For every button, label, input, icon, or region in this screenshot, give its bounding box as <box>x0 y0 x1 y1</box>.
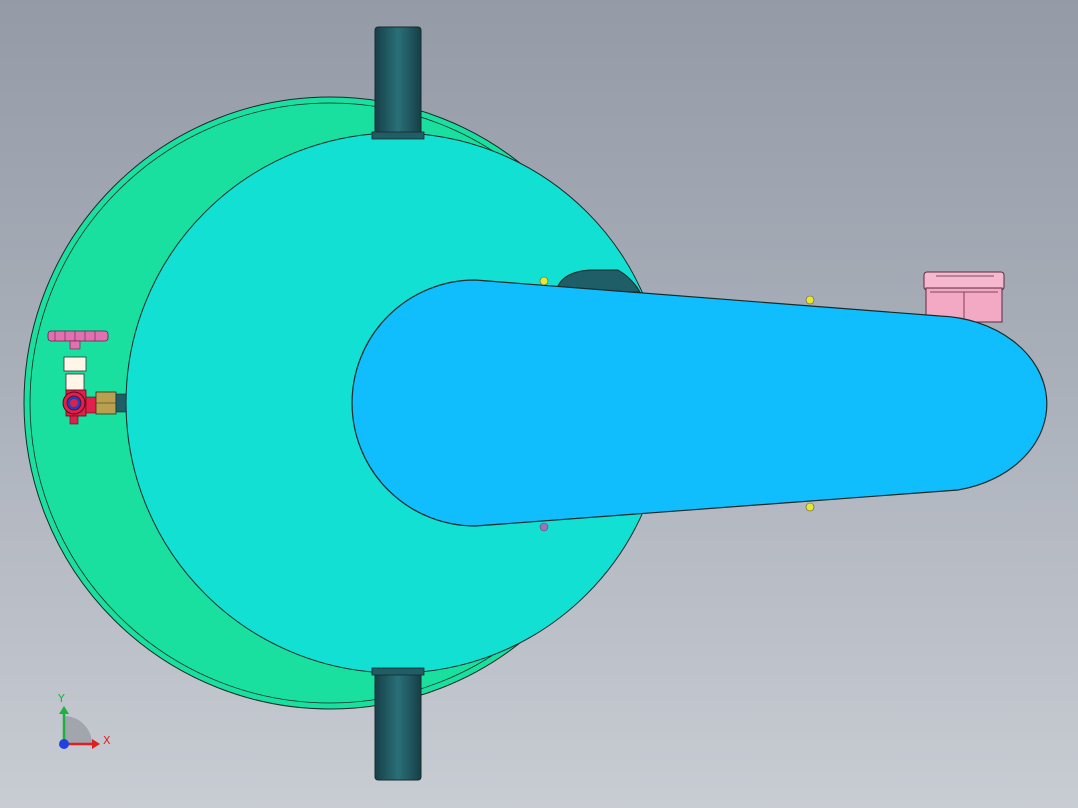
marker-dot <box>805 295 815 305</box>
marker-dot <box>805 502 815 512</box>
swing-arm[interactable] <box>351 279 1048 527</box>
cad-viewport[interactable]: X Y <box>0 0 1078 808</box>
clamp-bottom[interactable] <box>374 667 422 781</box>
clamp-top-lip <box>371 131 425 140</box>
x-axis-label: X <box>103 734 111 747</box>
clamp-top[interactable] <box>374 26 422 140</box>
marker-dot <box>539 522 549 532</box>
marker-dot <box>539 276 549 286</box>
y-axis-label: Y <box>57 692 65 705</box>
model-canvas[interactable]: X Y <box>0 0 1078 808</box>
triad-plane-icon <box>64 716 92 744</box>
clamp-bottom-lip <box>371 667 425 676</box>
motor-box[interactable] <box>923 271 1005 323</box>
valve-handwheel[interactable] <box>47 330 109 342</box>
coordinate-triad: X Y <box>57 692 111 749</box>
z-axis-icon <box>59 739 69 749</box>
